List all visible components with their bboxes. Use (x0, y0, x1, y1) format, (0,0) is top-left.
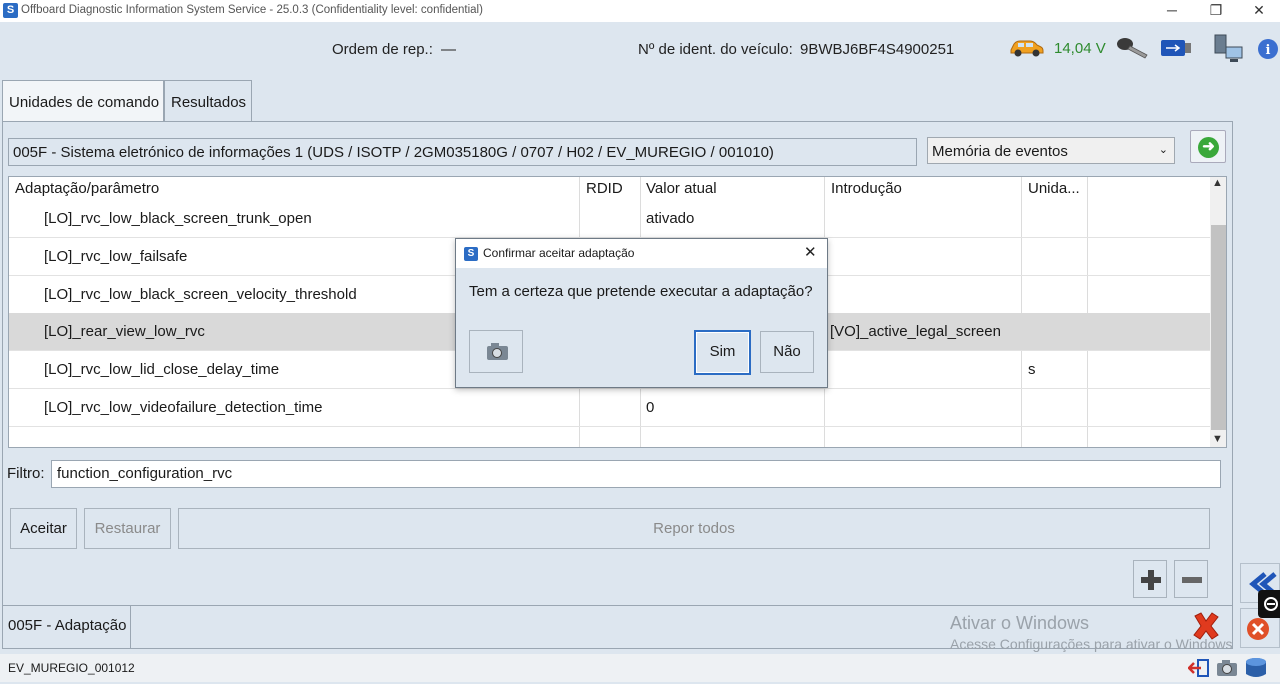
maximize-button[interactable]: ❐ (1194, 0, 1238, 22)
side-panel-handle[interactable] (1258, 590, 1280, 618)
car-icon (1008, 36, 1044, 58)
scroll-down-icon[interactable]: ▼ (1212, 433, 1223, 445)
param-cell: [LO]_rvc_low_lid_close_delay_time (44, 361, 280, 378)
dialog-title: Confirmar aceitar adaptação (483, 246, 635, 260)
go-button[interactable]: ➜ (1190, 130, 1226, 163)
minus-icon (1182, 577, 1202, 583)
table-row[interactable]: [LO]_rvc_low_videofailure_detection_time… (9, 389, 1210, 427)
param-cell: [LO]_rear_view_low_rvc (44, 323, 205, 340)
info-icon[interactable]: i (1257, 38, 1279, 60)
ecu-label: 005F - Sistema eletrónico de informações… (8, 138, 917, 166)
column-header-current-value[interactable]: Valor atual (646, 180, 717, 197)
screenshot-button[interactable] (469, 330, 523, 373)
title-bar: S Offboard Diagnostic Information System… (0, 0, 1280, 22)
value-cell: 0 (646, 399, 655, 416)
dialog-title-bar: S Confirmar aceitar adaptação ✕ (456, 239, 827, 268)
dialog-app-icon: S (464, 247, 478, 261)
input-cell[interactable]: [VO]_active_legal_screen (830, 313, 1001, 351)
table-row[interactable] (9, 427, 1210, 447)
plus-icon (1141, 570, 1161, 590)
remove-button[interactable] (1174, 560, 1208, 598)
usb-icon (1160, 38, 1192, 58)
svg-text:i: i (1266, 43, 1271, 58)
tab-unidades-de-comando[interactable]: Unidades de comando (2, 80, 164, 122)
cancel-x-icon[interactable] (1190, 610, 1222, 642)
chevron-down-icon: ⌄ (1158, 144, 1168, 156)
scrollbar-thumb[interactable] (1211, 225, 1226, 430)
voltage-value: 14,04 V (1054, 40, 1106, 57)
param-cell: [LO]_rvc_low_black_screen_velocity_thres… (44, 286, 357, 303)
yes-button[interactable]: Sim (694, 330, 751, 375)
scroll-up-icon[interactable]: ▲ (1212, 177, 1223, 189)
minimize-button[interactable]: ─ (1150, 0, 1194, 22)
logout-icon[interactable] (1187, 658, 1210, 678)
arrow-right-icon: ➜ (1198, 137, 1219, 158)
vin-label: Nº de ident. do veículo: (638, 41, 793, 58)
table-row[interactable]: [LO]_rvc_low_black_screen_trunk_open ati… (9, 200, 1210, 238)
param-cell: [LO]_rvc_low_failsafe (44, 248, 188, 265)
minus-circle-icon (1264, 597, 1278, 611)
memory-select-value: Memória de eventos (932, 143, 1068, 160)
add-button[interactable] (1133, 560, 1167, 598)
repair-order-label: Ordem de rep.: (332, 41, 433, 58)
dialog-message: Tem a certeza que pretende executar a ad… (469, 283, 813, 300)
adaptation-label: 005F - Adaptação (2, 605, 131, 649)
app-icon: S (3, 3, 18, 18)
database-icon[interactable] (1243, 656, 1269, 680)
dialog-close-button[interactable]: ✕ (804, 243, 817, 261)
param-cell: [LO]_rvc_low_black_screen_trunk_open (44, 210, 312, 227)
tab-resultados[interactable]: Resultados (164, 80, 252, 122)
camera-icon[interactable] (1215, 658, 1239, 678)
value-cell: ativado (646, 210, 695, 227)
window-title: Offboard Diagnostic Information System S… (21, 4, 483, 16)
memory-select[interactable]: Memória de eventos ⌄ (927, 137, 1175, 164)
reset-all-button[interactable]: Repor todos (178, 508, 1210, 549)
status-text: EV_MUREGIO_001012 (8, 661, 135, 675)
accept-button[interactable]: Aceitar (10, 508, 77, 549)
vin-value: 9BWBJ6BF4S4900251 (800, 41, 955, 58)
unit-cell: s (1028, 361, 1036, 378)
param-cell: [LO]_rvc_low_videofailure_detection_time (44, 399, 323, 416)
status-bar (0, 654, 1280, 682)
dialog-body: Tem a certeza que pretende executar a ad… (456, 268, 827, 387)
column-header-parameter[interactable]: Adaptação/parâmetro (15, 180, 159, 197)
network-icon (1212, 33, 1244, 65)
key-icon (1116, 35, 1150, 61)
no-button[interactable]: Não (760, 331, 814, 373)
activation-watermark-title: Ativar o Windows (950, 613, 1090, 633)
column-header-unit[interactable]: Unida... (1028, 180, 1080, 197)
filter-input[interactable]: function_configuration_rvc (51, 460, 1221, 488)
confirm-dialog: S Confirmar aceitar adaptação ✕ Tem a ce… (455, 238, 828, 388)
restore-button[interactable]: Restaurar (84, 508, 171, 549)
column-header-input[interactable]: Introdução (831, 180, 902, 197)
camera-icon (487, 343, 508, 360)
column-header-rdid[interactable]: RDID (586, 180, 623, 197)
repair-order-value: — (441, 41, 456, 58)
close-button[interactable]: ✕ (1237, 0, 1280, 22)
filter-label: Filtro: (7, 465, 45, 482)
